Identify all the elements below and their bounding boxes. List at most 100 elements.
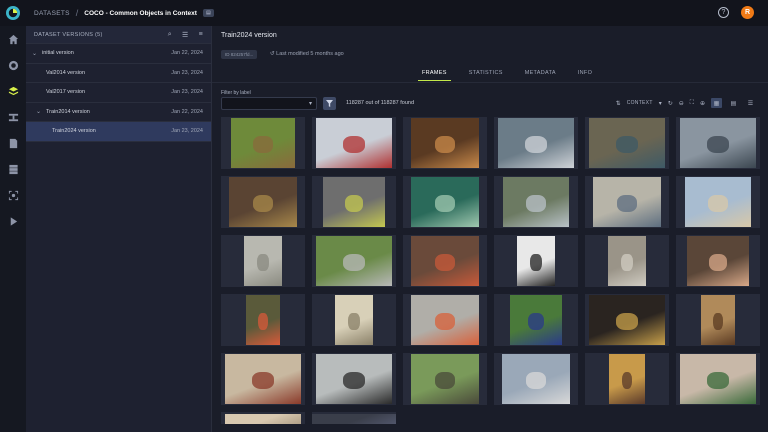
frame-thumbnail[interactable] bbox=[494, 294, 578, 346]
grid-view-icon[interactable]: ▦ bbox=[711, 98, 722, 108]
nav-annotations[interactable] bbox=[0, 182, 26, 208]
nav-deploy[interactable] bbox=[0, 208, 26, 234]
filter-button[interactable] bbox=[323, 97, 336, 110]
nav-reports[interactable] bbox=[0, 130, 26, 156]
frame-image bbox=[687, 236, 749, 286]
frame-subject bbox=[615, 312, 639, 330]
tab-metadata[interactable]: METADATA bbox=[521, 68, 560, 81]
frame-image bbox=[244, 236, 282, 286]
version-row[interactable]: Val2014 version Jan 23, 2024 bbox=[26, 64, 211, 83]
fit-icon[interactable]: ⛶ bbox=[690, 100, 694, 107]
list-view-icon[interactable]: ☰ bbox=[182, 31, 189, 39]
tab-info[interactable]: INFO bbox=[574, 68, 596, 81]
frame-thumbnail[interactable] bbox=[221, 235, 305, 287]
frame-image bbox=[246, 295, 280, 345]
version-name: Val2017 version bbox=[46, 89, 86, 96]
app-logo[interactable] bbox=[0, 0, 26, 26]
frame-thumbnail[interactable] bbox=[585, 117, 669, 169]
frame-thumbnail[interactable] bbox=[585, 235, 669, 287]
chevron-down-icon[interactable]: ⌄ bbox=[32, 50, 42, 57]
frame-subject bbox=[342, 371, 366, 389]
chevron-down-icon[interactable]: ⌄ bbox=[36, 108, 46, 115]
version-row[interactable]: ⌄ Train2014 version Jan 22, 2024 bbox=[26, 103, 211, 122]
frame-thumbnail[interactable] bbox=[494, 235, 578, 287]
nav-projects[interactable] bbox=[0, 52, 26, 78]
sort-icon[interactable]: ⇅ bbox=[616, 100, 621, 107]
layers-icon bbox=[8, 86, 18, 95]
frame-thumbnail[interactable] bbox=[221, 117, 305, 169]
frame-thumbnail[interactable] bbox=[221, 353, 305, 405]
versions-header: DATASET VERSIONS (5) ⌕ ☰ ≡ bbox=[26, 26, 211, 44]
frame-image bbox=[589, 118, 665, 168]
frame-thumbnail[interactable] bbox=[312, 176, 396, 228]
frame-thumbnail[interactable] bbox=[221, 176, 305, 228]
frame-thumbnail[interactable] bbox=[221, 412, 305, 424]
frame-thumbnail[interactable] bbox=[403, 353, 487, 405]
nav-pipelines[interactable] bbox=[0, 104, 26, 130]
frame-thumbnail[interactable] bbox=[676, 176, 760, 228]
frame-thumbnail[interactable] bbox=[585, 294, 669, 346]
frame-image bbox=[503, 177, 569, 227]
frame-thumbnail[interactable] bbox=[676, 294, 760, 346]
frame-thumbnail[interactable] bbox=[676, 117, 760, 169]
frame-thumbnail[interactable] bbox=[585, 353, 669, 405]
breadcrumb-separator: / bbox=[75, 8, 79, 18]
tab-frames[interactable]: FRAMES bbox=[418, 68, 451, 81]
version-date: Jan 22, 2024 bbox=[171, 108, 203, 115]
frame-thumbnail[interactable] bbox=[585, 176, 669, 228]
frame-thumbnail[interactable] bbox=[403, 294, 487, 346]
frame-thumbnail[interactable] bbox=[494, 353, 578, 405]
frame-thumbnail[interactable] bbox=[312, 353, 396, 405]
filter-by-label-select[interactable]: ▾ bbox=[221, 97, 317, 110]
frame-image bbox=[701, 295, 735, 345]
chevron-down-icon[interactable]: ▾ bbox=[659, 100, 662, 107]
nav-workers[interactable] bbox=[0, 156, 26, 182]
help-icon[interactable]: ? bbox=[718, 7, 729, 18]
frame-image bbox=[316, 118, 392, 168]
frame-thumbnail[interactable] bbox=[221, 294, 305, 346]
frame-subject bbox=[252, 194, 274, 212]
home-icon bbox=[8, 34, 18, 44]
brain-icon bbox=[8, 60, 18, 70]
frame-image bbox=[411, 118, 479, 168]
search-icon[interactable]: ⌕ bbox=[168, 31, 172, 39]
frame-image bbox=[335, 295, 373, 345]
breadcrumb-project[interactable]: COCO - Common Objects in Context bbox=[84, 10, 197, 17]
context-dropdown[interactable]: CONTEXT bbox=[627, 100, 653, 106]
toolbar: ⇅ CONTEXT ▾ ↻ ⊖ ⛶ ⊕ ▦ ▤ ☰ bbox=[616, 98, 756, 108]
frame-thumbnail[interactable] bbox=[676, 235, 760, 287]
tab-statistics[interactable]: STATISTICS bbox=[465, 68, 507, 81]
frame-thumbnail[interactable] bbox=[312, 294, 396, 346]
refresh-icon[interactable]: ↻ bbox=[668, 100, 673, 107]
nav-datasets[interactable] bbox=[0, 78, 26, 104]
frame-thumbnail[interactable] bbox=[494, 176, 578, 228]
frame-image bbox=[411, 354, 479, 404]
frame-thumbnail[interactable] bbox=[403, 117, 487, 169]
version-row[interactable]: Val2017 version Jan 23, 2024 bbox=[26, 83, 211, 103]
divider bbox=[212, 82, 768, 83]
large-grid-icon[interactable]: ▤ bbox=[728, 98, 739, 108]
zoom-out-icon[interactable]: ⊖ bbox=[679, 100, 684, 107]
frame-subject bbox=[526, 194, 546, 212]
frame-thumbnail[interactable] bbox=[403, 235, 487, 287]
breadcrumb-datasets[interactable]: DATASETS bbox=[34, 10, 70, 17]
frame-thumbnail[interactable] bbox=[312, 235, 396, 287]
version-row-selected[interactable]: Train2024 version Jan 23, 2024 bbox=[26, 122, 211, 142]
frame-thumbnail[interactable] bbox=[312, 412, 396, 424]
frame-image bbox=[510, 295, 562, 345]
frame-image bbox=[589, 295, 665, 345]
list-icon[interactable]: ☰ bbox=[745, 98, 756, 108]
version-row[interactable]: ⌄ initial version Jan 22, 2024 bbox=[26, 44, 211, 64]
frame-image bbox=[608, 236, 646, 286]
frame-subject bbox=[348, 312, 360, 330]
frame-image bbox=[312, 414, 396, 424]
frame-thumbnail[interactable] bbox=[312, 117, 396, 169]
avatar[interactable]: R bbox=[741, 6, 754, 19]
zoom-in-icon[interactable]: ⊕ bbox=[700, 100, 705, 107]
frame-thumbnail[interactable] bbox=[494, 117, 578, 169]
frame-thumbnail[interactable] bbox=[676, 353, 760, 405]
frame-thumbnail[interactable] bbox=[403, 176, 487, 228]
tree-view-icon[interactable]: ≡ bbox=[199, 31, 203, 38]
nav-home[interactable] bbox=[0, 26, 26, 52]
id-badge[interactable]: ID 824257fd... bbox=[221, 50, 258, 59]
